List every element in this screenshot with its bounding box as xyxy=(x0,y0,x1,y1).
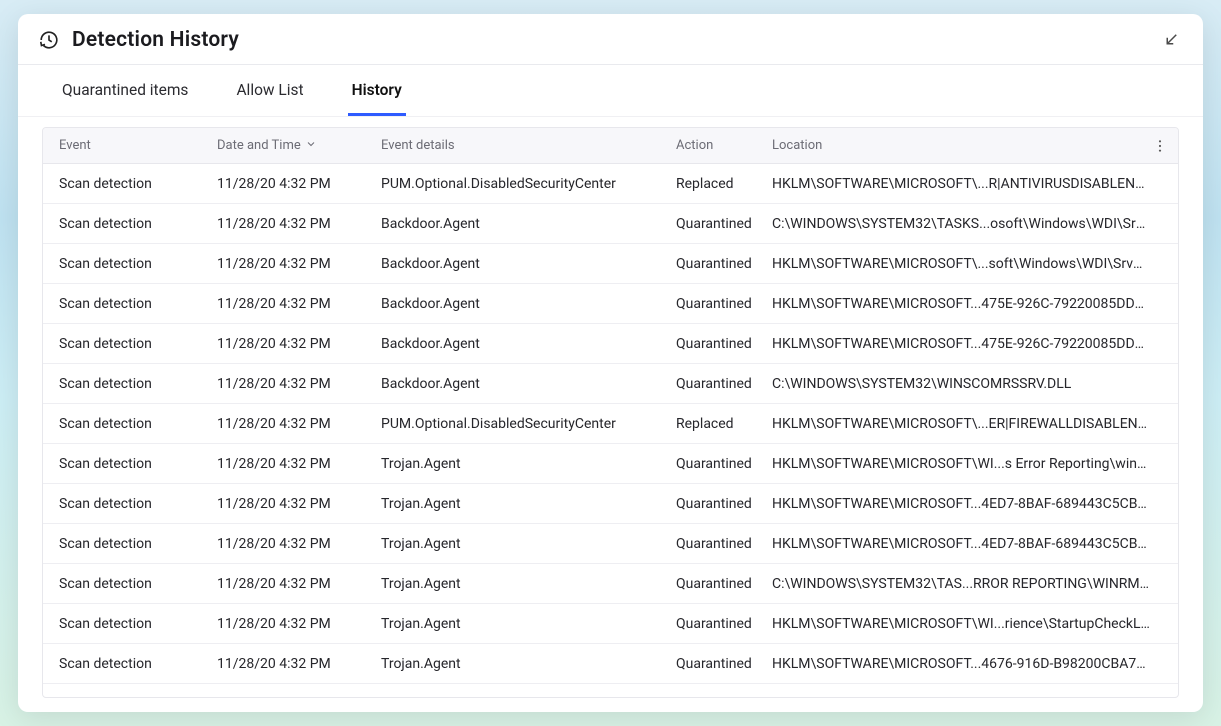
col-header-date[interactable]: Date and Time xyxy=(217,138,381,154)
cell-location: HKLM\SOFTWARE\MICROSOFT...4ED7-8BAF-6894… xyxy=(772,496,1162,512)
cell-action: Quarantined xyxy=(676,336,772,352)
cell-date: 11/28/20 4:32 PM xyxy=(217,336,381,352)
table-row[interactable]: Scan detection11/28/20 4:32 PMTrojan.Age… xyxy=(43,604,1178,644)
cell-details: Trojan.Agent xyxy=(381,656,676,672)
cell-details: Trojan.Agent xyxy=(381,456,676,472)
cell-date: 11/28/20 4:32 PM xyxy=(217,656,381,672)
cell-details: Trojan.Agent xyxy=(381,536,676,552)
cell-event: Scan detection xyxy=(59,576,217,592)
tab-allow-list[interactable]: Allow List xyxy=(232,65,307,116)
cell-date: 11/28/20 4:32 PM xyxy=(217,616,381,632)
tabs: Quarantined items Allow List History xyxy=(18,65,1203,117)
cell-location: HKLM\SOFTWARE\MICROSOFT...475E-926C-7922… xyxy=(772,296,1162,312)
table-row[interactable]: Scan detection11/28/20 4:32 PMBackdoor.A… xyxy=(43,244,1178,284)
tab-quarantined-items[interactable]: Quarantined items xyxy=(58,65,192,116)
table-wrap: Event Date and Time Event details Action… xyxy=(18,117,1203,712)
col-header-event[interactable]: Event xyxy=(59,138,217,153)
table-header: Event Date and Time Event details Action… xyxy=(43,128,1178,164)
cell-event: Scan detection xyxy=(59,256,217,272)
table-row[interactable]: Scan detection11/28/20 4:32 PMTrojan.Age… xyxy=(43,564,1178,604)
cell-location: C:\WINDOWS\SYSTEM32\TAS...RROR REPORTING… xyxy=(772,576,1162,592)
cell-date: 11/28/20 4:32 PM xyxy=(217,576,381,592)
cell-date: 11/28/20 4:32 PM xyxy=(217,376,381,392)
cell-action: Quarantined xyxy=(676,656,772,672)
cell-event: Scan detection xyxy=(59,216,217,232)
table-row[interactable]: Scan detection11/28/20 4:32 PMBackdoor.A… xyxy=(43,324,1178,364)
table-row[interactable]: Scan detection11/28/20 4:32 PMPUM.Option… xyxy=(43,164,1178,204)
table-body[interactable]: Scan detection11/28/20 4:32 PMPUM.Option… xyxy=(43,164,1178,697)
cell-event: Scan detection xyxy=(59,336,217,352)
col-header-details[interactable]: Event details xyxy=(381,138,676,153)
cell-action: Quarantined xyxy=(676,376,772,392)
page-title: Detection History xyxy=(72,28,239,52)
cell-date: 11/28/20 4:32 PM xyxy=(217,296,381,312)
cell-event: Scan detection xyxy=(59,656,217,672)
cell-action: Quarantined xyxy=(676,536,772,552)
cell-location: HKLM\SOFTWARE\MICROSOFT...4676-916D-B982… xyxy=(772,656,1162,672)
clock-history-icon xyxy=(38,29,60,51)
detection-history-panel: Detection History Quarantined items Allow… xyxy=(18,14,1203,712)
cell-action: Quarantined xyxy=(676,616,772,632)
cell-date: 11/28/20 4:32 PM xyxy=(217,456,381,472)
cell-details: Backdoor.Agent xyxy=(381,336,676,352)
table-row[interactable]: Scan detection11/28/20 4:32 PMTrojan.Age… xyxy=(43,484,1178,524)
cell-action: Quarantined xyxy=(676,256,772,272)
table-row[interactable]: Scan detection11/28/20 4:32 PMBackdoor.A… xyxy=(43,284,1178,324)
cell-event: Scan detection xyxy=(59,176,217,192)
cell-date: 11/28/20 4:32 PM xyxy=(217,176,381,192)
cell-event: Scan detection xyxy=(59,616,217,632)
more-options-icon[interactable] xyxy=(1150,136,1170,156)
tab-history[interactable]: History xyxy=(348,65,406,116)
cell-details: PUM.Optional.DisabledSecurityCenter xyxy=(381,416,676,432)
cell-details: Trojan.Agent xyxy=(381,616,676,632)
cell-event: Scan detection xyxy=(59,536,217,552)
cell-event: Scan detection xyxy=(59,296,217,312)
cell-date: 11/28/20 4:32 PM xyxy=(217,216,381,232)
table-row[interactable]: Scan detection11/28/20 4:32 PMBackdoor.A… xyxy=(43,364,1178,404)
cell-details: Backdoor.Agent xyxy=(381,296,676,312)
cell-action: Quarantined xyxy=(676,216,772,232)
cell-location: HKLM\SOFTWARE\MICROSOFT...4ED7-8BAF-6894… xyxy=(772,536,1162,552)
table-row[interactable]: Scan detection11/28/20 4:32 PMTrojan.Age… xyxy=(43,644,1178,684)
cell-action: Quarantined xyxy=(676,496,772,512)
col-header-date-label: Date and Time xyxy=(217,138,301,153)
cell-details: Backdoor.Agent xyxy=(381,216,676,232)
cell-details: Trojan.Agent xyxy=(381,576,676,592)
table-row[interactable]: Scan detection11/28/20 4:32 PMPUM.Option… xyxy=(43,404,1178,444)
cell-location: HKLM\SOFTWARE\MICROSOFT\WI...s Error Rep… xyxy=(772,456,1162,472)
cell-details: Backdoor.Agent xyxy=(381,376,676,392)
cell-event: Scan detection xyxy=(59,376,217,392)
cell-date: 11/28/20 4:32 PM xyxy=(217,536,381,552)
cell-location: HKLM\SOFTWARE\MICROSOFT\WI...rience\Star… xyxy=(772,616,1162,632)
cell-event: Scan detection xyxy=(59,456,217,472)
col-header-location[interactable]: Location xyxy=(772,138,1162,153)
col-header-action[interactable]: Action xyxy=(676,138,772,153)
cell-action: Replaced xyxy=(676,176,772,192)
table-row[interactable]: Scan detection11/28/20 4:32 PMBackdoor.A… xyxy=(43,204,1178,244)
cell-event: Scan detection xyxy=(59,416,217,432)
table-row[interactable]: Scan detection11/28/20 4:32 PMTrojan.Age… xyxy=(43,444,1178,484)
cell-date: 11/28/20 4:32 PM xyxy=(217,416,381,432)
cell-details: Backdoor.Agent xyxy=(381,256,676,272)
cell-action: Quarantined xyxy=(676,296,772,312)
cell-action: Replaced xyxy=(676,416,772,432)
chevron-down-icon xyxy=(305,138,317,154)
cell-date: 11/28/20 4:32 PM xyxy=(217,256,381,272)
table-row[interactable]: Scan detection11/28/20 4:32 PMTrojan.Age… xyxy=(43,524,1178,564)
cell-location: HKLM\SOFTWARE\MICROSOFT\...ER|FIREWALLDI… xyxy=(772,416,1162,432)
cell-date: 11/28/20 4:32 PM xyxy=(217,496,381,512)
cell-location: HKLM\SOFTWARE\MICROSOFT\...R|ANTIVIRUSDI… xyxy=(772,176,1162,192)
cell-location: HKLM\SOFTWARE\MICROSOFT\...soft\Windows\… xyxy=(772,256,1162,272)
cell-location: C:\WINDOWS\SYSTEM32\WINSCOMRSSRV.DLL xyxy=(772,376,1162,392)
panel-header: Detection History xyxy=(18,14,1203,65)
cell-location: HKLM\SOFTWARE\MICROSOFT...475E-926C-7922… xyxy=(772,336,1162,352)
cell-details: PUM.Optional.DisabledSecurityCenter xyxy=(381,176,676,192)
cell-event: Scan detection xyxy=(59,496,217,512)
cell-details: Trojan.Agent xyxy=(381,496,676,512)
cell-action: Quarantined xyxy=(676,576,772,592)
cell-location: C:\WINDOWS\SYSTEM32\TASKS...osoft\Window… xyxy=(772,216,1162,232)
cell-action: Quarantined xyxy=(676,456,772,472)
collapse-icon[interactable] xyxy=(1159,28,1183,52)
history-table: Event Date and Time Event details Action… xyxy=(42,127,1179,698)
